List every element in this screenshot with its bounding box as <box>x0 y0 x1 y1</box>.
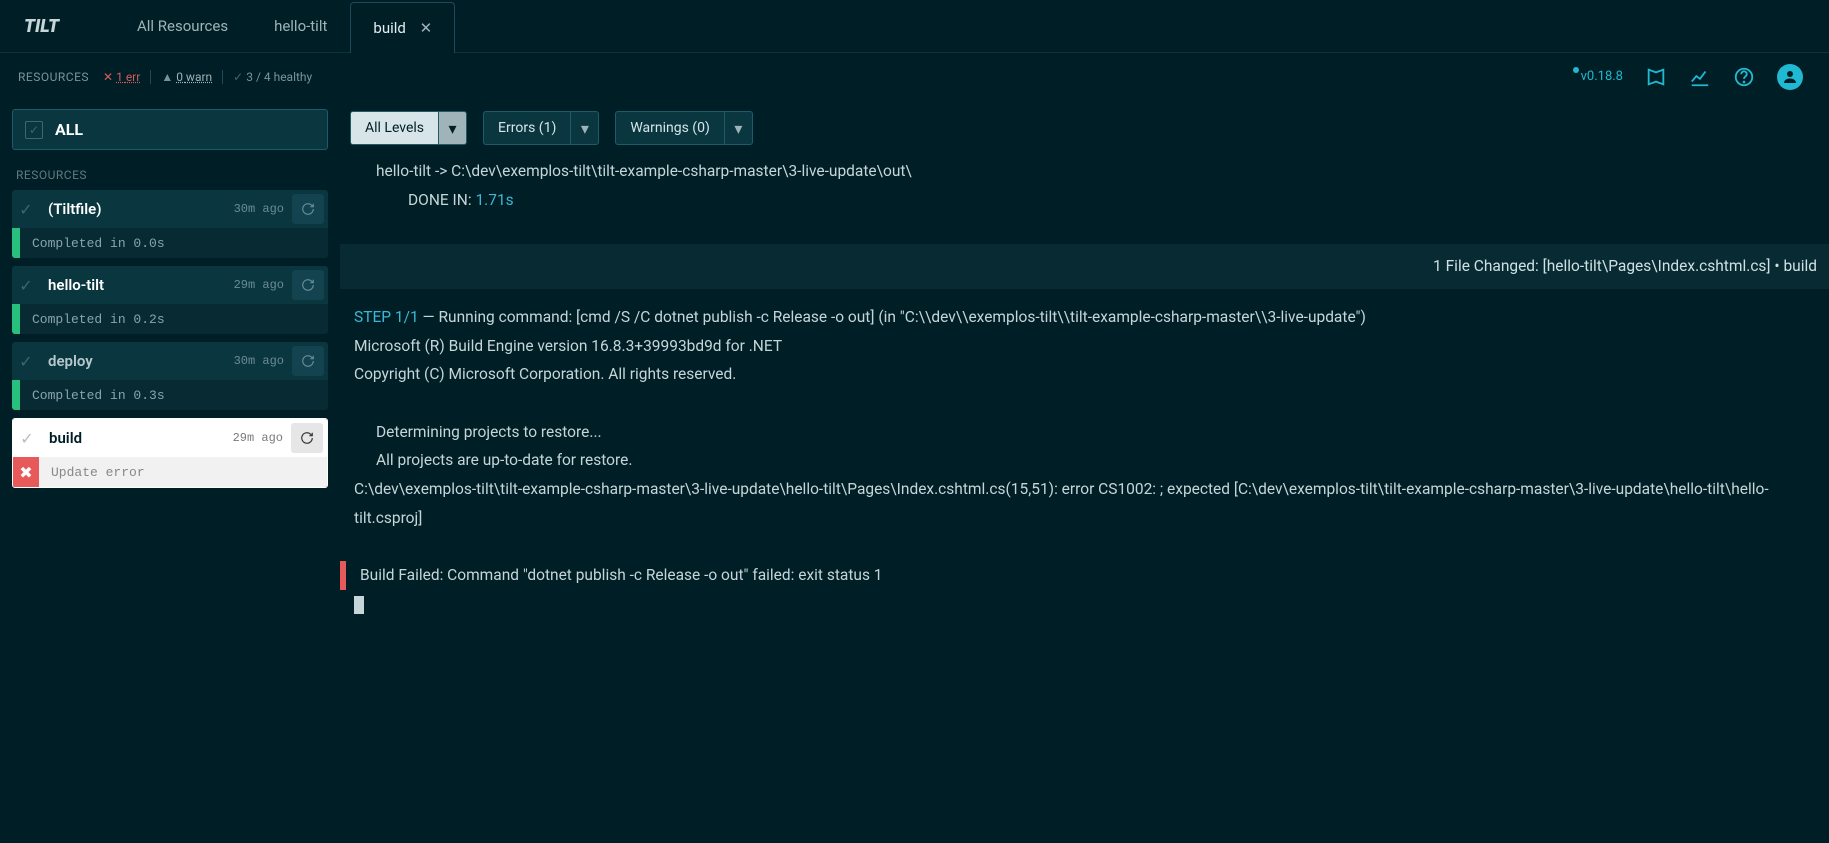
resource-status: Completed in 0.3s <box>20 388 165 403</box>
tab-label: build <box>373 19 405 37</box>
statusbar: RESOURCES ✕ 1 err ▲ 0 warn ✓ 3 / 4 healt… <box>0 59 1829 95</box>
resource-time: 29m ago <box>234 278 284 292</box>
resource-time: 30m ago <box>234 354 284 368</box>
chart-icon[interactable] <box>1689 66 1711 88</box>
log-line: Microsoft (R) Build Engine version 16.8.… <box>354 332 1815 361</box>
log-line: All projects are up-to-date for restore. <box>354 446 1815 475</box>
checkbox[interactable]: ✓ <box>12 200 40 219</box>
resource-hello-tilt[interactable]: ✓ hello-tilt 29m ago Completed in 0.2s <box>12 266 328 334</box>
log-line <box>354 389 1815 418</box>
resource-name: hello-tilt <box>40 276 234 294</box>
tab-hello-tilt[interactable]: hello-tilt <box>251 0 350 52</box>
resource-build[interactable]: ✓ build 29m ago ✖ Update error <box>12 418 328 488</box>
file-changed-banner: 1 File Changed: [hello-tilt\Pages\Index.… <box>340 244 1829 289</box>
checkbox[interactable]: ✓ <box>12 276 40 295</box>
resource-tiltfile[interactable]: ✓ (Tiltfile) 30m ago Completed in 0.0s <box>12 190 328 258</box>
resource-status: Completed in 0.0s <box>20 236 165 251</box>
x-icon: ✕ <box>103 70 113 84</box>
error-count[interactable]: ✕ 1 err <box>103 70 151 84</box>
cursor-line <box>354 590 1815 619</box>
healthy-count: ✓ 3 / 4 healthy <box>233 70 322 84</box>
log-line: DONE IN: 1.71s <box>354 186 1815 215</box>
resource-name: build <box>41 429 233 447</box>
version-badge[interactable]: v0.18.8 <box>1581 69 1623 84</box>
checkbox[interactable]: ✓ <box>12 352 40 371</box>
cursor <box>354 596 364 614</box>
book-icon[interactable] <box>1645 66 1667 88</box>
resource-name: (Tiltfile) <box>40 200 234 218</box>
refresh-icon[interactable] <box>292 346 324 376</box>
resource-status: Update error <box>39 465 145 480</box>
tilt-logo[interactable]: TILT <box>24 14 94 38</box>
log-line: Copyright (C) Microsoft Corporation. All… <box>354 360 1815 389</box>
warn-count[interactable]: ▲ 0 warn <box>161 70 223 84</box>
checkbox-all[interactable]: ✓ <box>25 121 43 139</box>
log-line <box>354 532 1815 561</box>
help-icon[interactable] <box>1733 66 1755 88</box>
avatar-icon[interactable] <box>1777 64 1803 90</box>
svg-text:TILT: TILT <box>24 16 60 37</box>
checkbox[interactable]: ✓ <box>13 429 41 448</box>
log-line: C:\dev\exemplos-tilt\tilt-example-csharp… <box>354 475 1815 532</box>
all-label: ALL <box>55 120 83 139</box>
refresh-icon[interactable] <box>291 423 323 453</box>
resource-time: 30m ago <box>234 202 284 216</box>
resource-status: Completed in 0.2s <box>20 312 165 327</box>
statusbar-right: v0.18.8 <box>1581 64 1811 90</box>
resource-deploy[interactable]: ✓ deploy 30m ago Completed in 0.3s <box>12 342 328 410</box>
all-row[interactable]: ✓ ALL <box>12 109 328 150</box>
filter-bar: All Levels ▾ Errors (1) ▾ Warnings (0) ▾ <box>340 99 1829 153</box>
chevron-down-icon[interactable]: ▾ <box>571 111 599 145</box>
status-bar <box>12 228 20 258</box>
refresh-icon[interactable] <box>292 194 324 224</box>
log-line: STEP 1/1 — Running command: [cmd /S /C d… <box>354 303 1815 332</box>
resource-time: 29m ago <box>233 431 283 445</box>
chevron-down-icon[interactable]: ▾ <box>439 111 467 145</box>
statusbar-left: RESOURCES ✕ 1 err ▲ 0 warn ✓ 3 / 4 healt… <box>18 70 332 84</box>
resource-name: deploy <box>40 352 234 370</box>
status-bar <box>12 380 20 410</box>
filter-all-levels[interactable]: All Levels ▾ <box>350 111 467 145</box>
status-bar <box>12 304 20 334</box>
refresh-icon[interactable] <box>292 270 324 300</box>
main: ✓ ALL RESOURCES ✓ (Tiltfile) 30m ago Com… <box>0 99 1829 843</box>
error-icon: ✖ <box>13 457 39 487</box>
tab-build[interactable]: build ✕ <box>350 2 455 53</box>
section-header: RESOURCES <box>16 168 324 182</box>
filter-errors[interactable]: Errors (1) ▾ <box>483 111 599 145</box>
log-fail-line: Build Failed: Command "dotnet publish -c… <box>354 561 1815 590</box>
filter-warnings[interactable]: Warnings (0) ▾ <box>615 111 753 145</box>
chevron-down-icon[interactable]: ▾ <box>725 111 753 145</box>
log-line: Determining projects to restore... <box>354 418 1815 447</box>
fail-bar <box>340 561 346 590</box>
resources-label: RESOURCES <box>18 70 89 84</box>
close-icon[interactable]: ✕ <box>420 19 433 37</box>
log-line: hello-tilt -> C:\dev\exemplos-tilt\tilt-… <box>354 157 1815 186</box>
content: All Levels ▾ Errors (1) ▾ Warnings (0) ▾… <box>340 99 1829 843</box>
sidebar: ✓ ALL RESOURCES ✓ (Tiltfile) 30m ago Com… <box>0 99 340 843</box>
log-pane[interactable]: hello-tilt -> C:\dev\exemplos-tilt\tilt-… <box>340 153 1829 843</box>
tab-all-resources[interactable]: All Resources <box>114 0 251 52</box>
check-icon: ✓ <box>233 70 243 84</box>
topbar: TILT All Resources hello-tilt build ✕ <box>0 0 1829 53</box>
warning-icon: ▲ <box>161 70 173 84</box>
